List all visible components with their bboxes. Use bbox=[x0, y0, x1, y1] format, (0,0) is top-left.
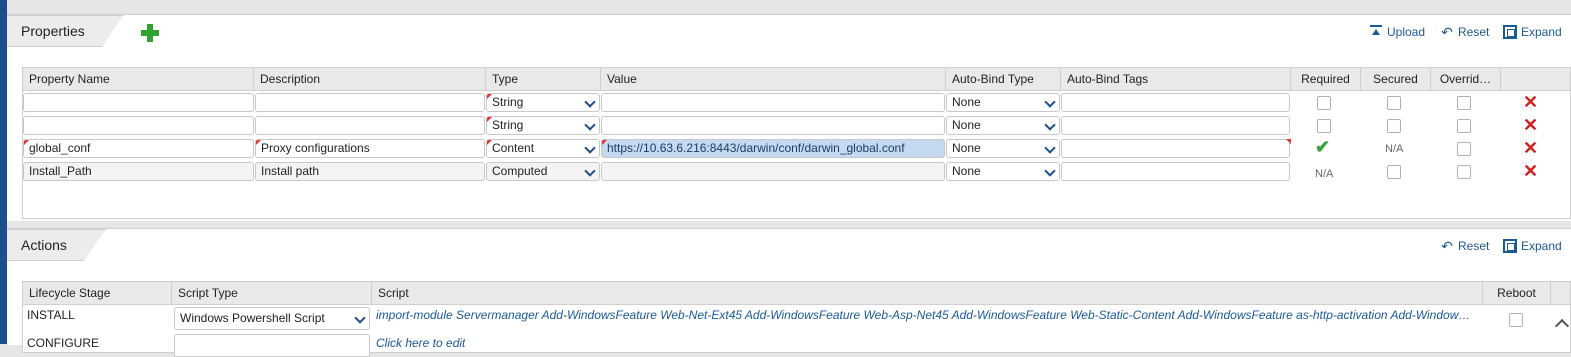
delete-icon[interactable]: ✕ bbox=[1523, 92, 1538, 112]
autobind-type-select[interactable]: None bbox=[946, 93, 1060, 112]
modified-flag bbox=[1286, 139, 1291, 144]
actions-tab[interactable]: Actions bbox=[7, 229, 106, 261]
upload-button[interactable]: Upload bbox=[1369, 25, 1425, 39]
type-select[interactable]: String bbox=[486, 93, 600, 112]
col-required[interactable]: Required bbox=[1291, 68, 1361, 90]
table-row: global_conf Proxy configurations Content… bbox=[23, 137, 1570, 160]
description-input[interactable] bbox=[255, 116, 485, 135]
chevron-down-icon bbox=[1044, 142, 1056, 154]
col-secured[interactable]: Secured bbox=[1361, 68, 1431, 90]
table-row: String None ✕ bbox=[23, 114, 1570, 137]
reboot-checkbox[interactable] bbox=[1509, 313, 1523, 327]
actions-table: Lifecycle Stage Script Type Script Reboo… bbox=[22, 281, 1571, 357]
script-link[interactable]: import-module Servermanager Add-WindowsF… bbox=[376, 308, 1476, 322]
col-autobind-type[interactable]: Auto-Bind Type bbox=[946, 68, 1061, 90]
autobind-type-select[interactable]: None bbox=[946, 139, 1060, 158]
undo-icon: ↶ bbox=[1441, 24, 1453, 40]
delete-icon[interactable]: ✕ bbox=[1523, 161, 1538, 181]
properties-header: Properties Upload ↶ Reset Expand bbox=[7, 15, 1571, 47]
actions-table-header: Lifecycle Stage Script Type Script Reboo… bbox=[23, 282, 1570, 305]
properties-expand-button[interactable]: Expand bbox=[1503, 25, 1562, 39]
description-input[interactable]: Install path bbox=[255, 162, 485, 181]
col-script[interactable]: Script bbox=[372, 282, 1483, 304]
add-property-icon[interactable] bbox=[140, 23, 160, 43]
checkmark-icon[interactable]: ✔ bbox=[1315, 138, 1330, 156]
properties-panel: Properties Upload ↶ Reset Expand Propert… bbox=[7, 14, 1571, 221]
type-select[interactable]: Content bbox=[486, 139, 600, 158]
required-checkbox[interactable] bbox=[1317, 96, 1331, 110]
override-checkbox[interactable] bbox=[1457, 165, 1471, 179]
properties-tab[interactable]: Properties bbox=[7, 15, 124, 47]
chevron-down-icon bbox=[1044, 96, 1056, 108]
type-select[interactable]: String bbox=[486, 116, 600, 135]
properties-table-header: Property Name Description Type Value Aut… bbox=[23, 68, 1570, 91]
autobind-tags-input[interactable] bbox=[1061, 139, 1290, 158]
script-type-select[interactable] bbox=[174, 334, 370, 357]
undo-icon: ↶ bbox=[1441, 238, 1453, 254]
col-actions bbox=[1501, 68, 1571, 90]
autobind-type-select[interactable]: None bbox=[946, 116, 1060, 135]
lifecycle-stage: INSTALL bbox=[27, 308, 75, 322]
value-input[interactable] bbox=[601, 162, 945, 181]
required-checkbox[interactable] bbox=[1317, 119, 1331, 133]
override-checkbox[interactable] bbox=[1457, 119, 1471, 133]
chevron-down-icon bbox=[584, 119, 596, 131]
table-row: INSTALL Windows Powershell Script import… bbox=[23, 305, 1570, 331]
table-row: String None ✕ bbox=[23, 91, 1570, 114]
type-select[interactable]: Computed bbox=[486, 162, 600, 181]
secured-checkbox[interactable] bbox=[1387, 119, 1401, 133]
autobind-tags-input[interactable] bbox=[1061, 162, 1290, 181]
autobind-type-select[interactable]: None bbox=[946, 162, 1060, 181]
script-link[interactable]: Click here to edit bbox=[376, 336, 465, 350]
chevron-down-icon bbox=[584, 165, 596, 177]
lifecycle-stage: CONFIGURE bbox=[27, 336, 99, 350]
actions-expand-button[interactable]: Expand bbox=[1503, 239, 1562, 253]
col-autobind-tags[interactable]: Auto-Bind Tags bbox=[1061, 68, 1291, 90]
value-input[interactable] bbox=[601, 93, 945, 112]
actions-reset-button[interactable]: ↶ Reset bbox=[1440, 239, 1489, 253]
col-override[interactable]: Overrid… bbox=[1431, 68, 1501, 90]
col-value[interactable]: Value bbox=[601, 68, 946, 90]
secured-checkbox[interactable] bbox=[1387, 165, 1401, 179]
delete-icon[interactable]: ✕ bbox=[1523, 115, 1538, 135]
chevron-down-icon bbox=[584, 96, 596, 108]
col-lifecycle-stage[interactable]: Lifecycle Stage bbox=[23, 282, 172, 304]
property-name-input[interactable] bbox=[23, 93, 254, 112]
upload-icon bbox=[1369, 25, 1383, 39]
value-input[interactable] bbox=[601, 116, 945, 135]
col-property-name[interactable]: Property Name bbox=[23, 68, 254, 90]
chevron-down-icon bbox=[1044, 119, 1056, 131]
script-type-select[interactable]: Windows Powershell Script bbox=[174, 307, 370, 330]
expand-icon bbox=[1503, 25, 1517, 39]
autobind-tags-input[interactable] bbox=[1061, 93, 1290, 112]
chevron-down-icon bbox=[354, 312, 366, 324]
required-na: N/A bbox=[1315, 168, 1334, 180]
col-description[interactable]: Description bbox=[254, 68, 486, 90]
actions-panel: Actions ↶ Reset Expand Lifecycle Stage S… bbox=[7, 228, 1571, 357]
override-checkbox[interactable] bbox=[1457, 142, 1471, 156]
delete-icon[interactable]: ✕ bbox=[1523, 138, 1538, 158]
left-edge-bar bbox=[0, 0, 7, 344]
secured-na: N/A bbox=[1385, 143, 1404, 155]
table-row: Install_Path Install path Computed None … bbox=[23, 160, 1570, 183]
actions-header: Actions ↶ Reset Expand bbox=[7, 229, 1571, 261]
autobind-tags-input[interactable] bbox=[1061, 116, 1290, 135]
property-name-input[interactable]: global_conf bbox=[23, 139, 254, 158]
value-input[interactable]: https://10.63.6.216:8443/darwin/conf/dar… bbox=[601, 139, 945, 158]
col-reboot[interactable]: Reboot bbox=[1483, 282, 1551, 304]
expand-icon bbox=[1503, 239, 1517, 253]
chevron-down-icon bbox=[584, 142, 596, 154]
override-checkbox[interactable] bbox=[1457, 96, 1471, 110]
properties-reset-button[interactable]: ↶ Reset bbox=[1440, 25, 1489, 39]
description-input[interactable]: Proxy configurations bbox=[255, 139, 485, 158]
col-script-type[interactable]: Script Type bbox=[172, 282, 372, 304]
property-name-input[interactable]: Install_Path bbox=[23, 162, 254, 181]
property-name-input[interactable] bbox=[23, 116, 254, 135]
chevron-down-icon bbox=[1044, 165, 1056, 177]
secured-checkbox[interactable] bbox=[1387, 96, 1401, 110]
description-input[interactable] bbox=[255, 93, 485, 112]
properties-table: Property Name Description Type Value Aut… bbox=[22, 67, 1571, 219]
col-type[interactable]: Type bbox=[486, 68, 601, 90]
